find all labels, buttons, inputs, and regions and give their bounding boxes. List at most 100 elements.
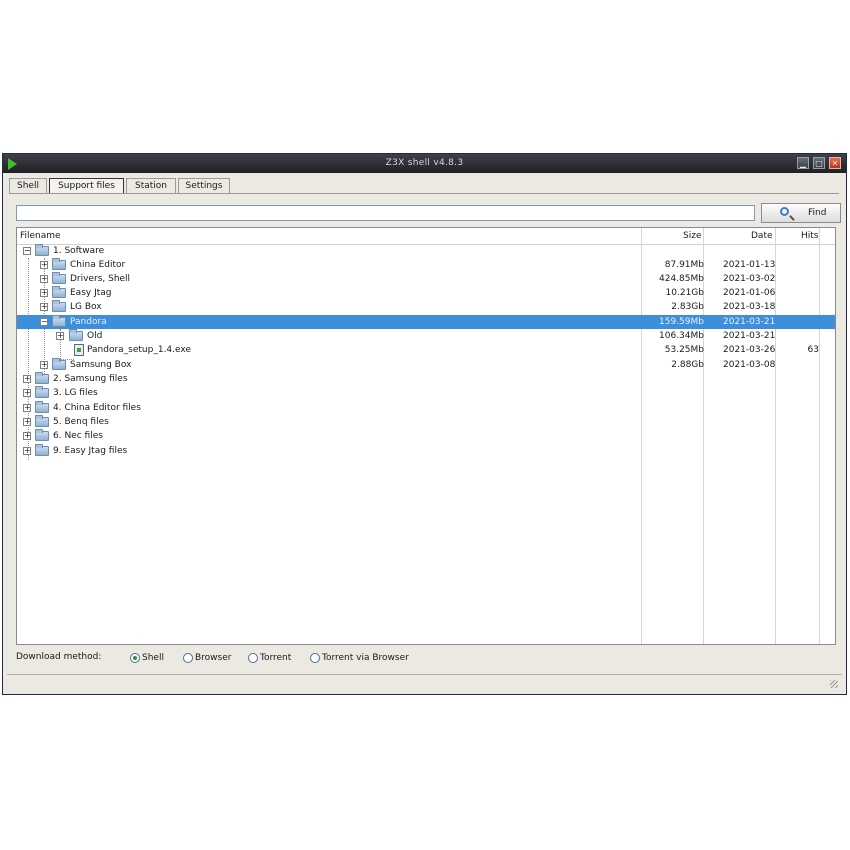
- row-name: 9. Easy Jtag files: [53, 446, 128, 456]
- tree-row[interactable]: + 2. Samsung files: [17, 372, 835, 386]
- column-date[interactable]: Date: [751, 231, 773, 241]
- tree-row[interactable]: + 5. Benq files: [17, 415, 835, 429]
- row-name: LG Box: [70, 302, 102, 312]
- tab-support-files[interactable]: Support files: [49, 178, 124, 193]
- row-size: 2.83Gb: [671, 302, 704, 312]
- tree-row[interactable]: + China Editor 87.91Mb 2021-01-13: [17, 258, 835, 272]
- folder-icon: [52, 286, 66, 298]
- row-size: 2.88Gb: [671, 360, 704, 370]
- row-date: 2021-03-02: [723, 274, 776, 284]
- expand-icon[interactable]: +: [23, 432, 31, 440]
- column-size[interactable]: Size: [683, 231, 701, 241]
- expand-icon[interactable]: +: [40, 289, 48, 297]
- row-date: 2021-01-06: [723, 288, 776, 298]
- folder-icon: [52, 315, 66, 327]
- tree-row[interactable]: − 1. Software: [17, 244, 835, 258]
- file-list[interactable]: Filename Size Date Hits − 1. Software +: [16, 227, 836, 645]
- expand-icon[interactable]: +: [40, 261, 48, 269]
- list-header: Filename Size Date Hits: [17, 228, 835, 245]
- expand-icon[interactable]: +: [23, 447, 31, 455]
- tab-settings[interactable]: Settings: [178, 178, 230, 193]
- row-name: Pandora: [70, 317, 107, 327]
- expand-icon[interactable]: +: [23, 418, 31, 426]
- search-input[interactable]: [16, 205, 755, 221]
- row-name: 5. Benq files: [53, 417, 109, 427]
- window-title: Z3X shell v4.8.3: [385, 158, 464, 168]
- folder-icon: [52, 272, 66, 284]
- row-date: 2021-03-21: [723, 317, 776, 327]
- tree-row[interactable]: + Drivers, Shell 424.85Mb 2021-03-02: [17, 272, 835, 286]
- row-size: 10.21Gb: [665, 288, 704, 298]
- row-size: 159.59Mb: [659, 317, 704, 327]
- row-name: 4. China Editor files: [53, 403, 141, 413]
- tab-divider: [9, 193, 839, 194]
- tree-row[interactable]: Pandora_setup_1.4.exe 53.25Mb 2021-03-26…: [17, 343, 835, 357]
- maximize-button[interactable]: □: [813, 157, 825, 169]
- row-size: 87.91Mb: [664, 260, 704, 270]
- tree-row[interactable]: + Old 106.34Mb 2021-03-21: [17, 329, 835, 343]
- radio-label: Torrent: [260, 653, 292, 663]
- row-hits: 63: [807, 345, 819, 355]
- expand-icon[interactable]: +: [40, 361, 48, 369]
- folder-icon: [69, 329, 83, 341]
- tree-row[interactable]: + 6. Nec files: [17, 429, 835, 443]
- tree-row-selected[interactable]: − Pandora 159.59Mb 2021-03-21: [17, 315, 835, 329]
- column-filename[interactable]: Filename: [20, 231, 61, 241]
- tree-row[interactable]: + 4. China Editor files: [17, 401, 835, 415]
- folder-icon: [35, 444, 49, 456]
- expand-icon[interactable]: +: [23, 389, 31, 397]
- tree-row[interactable]: + 3. LG files: [17, 386, 835, 400]
- expand-icon[interactable]: +: [40, 303, 48, 311]
- row-name: Easy Jtag: [70, 288, 112, 298]
- tab-station[interactable]: Station: [126, 178, 176, 193]
- tab-shell[interactable]: Shell: [9, 178, 47, 193]
- radio-button[interactable]: [183, 653, 193, 663]
- row-name: 6. Nec files: [53, 431, 103, 441]
- expand-icon[interactable]: +: [40, 275, 48, 283]
- magnifier-icon: [780, 207, 789, 216]
- status-bar: [7, 674, 842, 691]
- row-date: 2021-03-21: [723, 331, 776, 341]
- row-name: China Editor: [70, 260, 126, 270]
- folder-icon: [35, 401, 49, 413]
- radio-button[interactable]: [310, 653, 320, 663]
- close-button[interactable]: ✕: [829, 157, 841, 169]
- expand-icon[interactable]: +: [23, 375, 31, 383]
- folder-icon: [52, 358, 66, 370]
- column-hits[interactable]: Hits: [801, 231, 819, 241]
- folder-icon: [35, 372, 49, 384]
- folder-icon: [35, 429, 49, 441]
- row-name: 2. Samsung files: [53, 374, 128, 384]
- setup-file-icon: [74, 344, 84, 356]
- minimize-button[interactable]: ▁: [797, 157, 809, 169]
- row-date: 2021-03-26: [723, 345, 776, 355]
- find-button[interactable]: Find: [761, 203, 841, 223]
- folder-icon: [35, 386, 49, 398]
- expand-icon[interactable]: +: [23, 404, 31, 412]
- download-method-label: Download method:: [16, 652, 102, 662]
- radio-button[interactable]: [130, 653, 140, 663]
- row-size: 53.25Mb: [664, 345, 704, 355]
- radio-label: Torrent via Browser: [322, 653, 409, 663]
- tree-row[interactable]: + Samsung Box 2.88Gb 2021-03-08: [17, 358, 835, 372]
- folder-icon: [35, 244, 49, 256]
- collapse-icon[interactable]: −: [23, 247, 31, 255]
- row-date: 2021-01-13: [723, 260, 776, 270]
- row-name: Pandora_setup_1.4.exe: [87, 345, 191, 355]
- radio-button[interactable]: [248, 653, 258, 663]
- collapse-icon[interactable]: −: [40, 318, 48, 326]
- title-bar[interactable]: Z3X shell v4.8.3 ▁ □ ✕: [3, 154, 846, 173]
- radio-label: Browser: [195, 653, 232, 663]
- expand-icon[interactable]: +: [56, 332, 64, 340]
- row-name: Samsung Box: [70, 360, 132, 370]
- folder-icon: [52, 258, 66, 270]
- radio-label: Shell: [142, 653, 164, 663]
- folder-icon: [52, 300, 66, 312]
- tree-row[interactable]: + Easy Jtag 10.21Gb 2021-01-06: [17, 286, 835, 300]
- tree-row[interactable]: + LG Box 2.83Gb 2021-03-18: [17, 300, 835, 314]
- resize-grip-icon[interactable]: [830, 680, 838, 688]
- tree-row[interactable]: + 9. Easy Jtag files: [17, 444, 835, 458]
- app-window: Z3X shell v4.8.3 ▁ □ ✕ Shell Support fil…: [2, 153, 847, 695]
- row-name: 3. LG files: [53, 388, 98, 398]
- row-name: Old: [87, 331, 103, 341]
